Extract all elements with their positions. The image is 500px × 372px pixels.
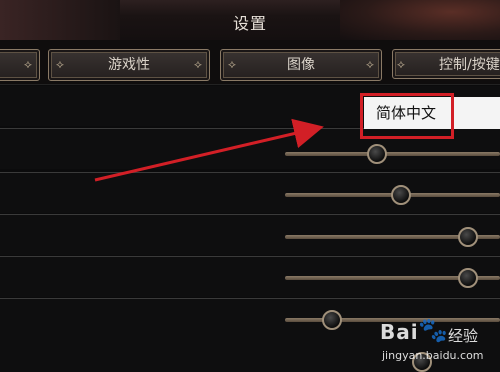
- watermark-url: jingyan.baidu.com: [382, 349, 484, 362]
- watermark-text: 经验: [448, 327, 479, 345]
- baidu-watermark: Bai 🐾 经验 jingyan.baidu.com: [360, 316, 500, 371]
- paw-icon: 🐾: [418, 316, 448, 344]
- watermark-brand: Bai: [380, 320, 419, 344]
